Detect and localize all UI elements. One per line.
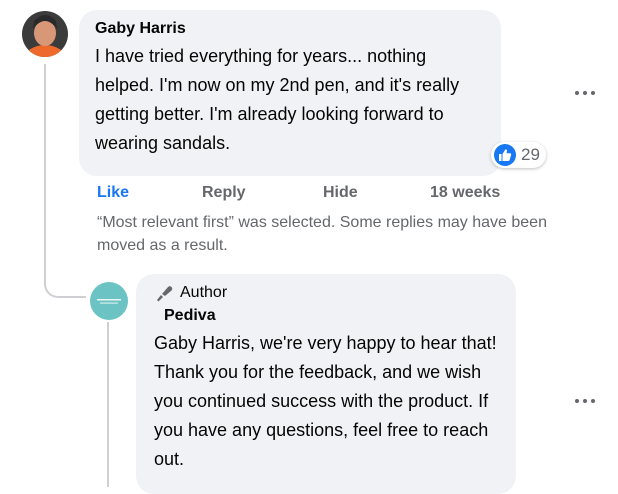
author-badge-icon [154, 284, 174, 302]
like-icon [494, 144, 516, 166]
reply-bubble: Author Pediva Gaby Harris, we're very ha… [136, 274, 516, 494]
reply-text: Gaby Harris, we're very happy to hear th… [154, 333, 497, 469]
author-badge-label: Author [180, 284, 228, 301]
action-reply[interactable]: Reply [202, 184, 246, 202]
more-options-icon[interactable] [574, 396, 596, 406]
action-hide[interactable]: Hide [323, 184, 358, 202]
thread-line-main [44, 64, 46, 286]
reply-avatar[interactable] [90, 282, 128, 320]
more-options-icon[interactable] [574, 88, 596, 98]
commenter-avatar[interactable] [22, 11, 68, 57]
author-badge: Author [154, 284, 498, 302]
comment-author[interactable]: Gaby Harris [95, 20, 485, 38]
comment-timestamp[interactable]: 18 weeks [430, 184, 500, 202]
reaction-summary[interactable]: 29 [491, 142, 546, 168]
sort-notice: “Most relevant first” was selected. Some… [97, 214, 547, 254]
thread-line-curve [44, 278, 86, 298]
reply-author[interactable]: Pediva [164, 307, 498, 325]
comment-bubble: Gaby Harris I have tried everything for … [79, 10, 501, 176]
comment-text: I have tried everything for years... not… [95, 46, 460, 153]
thread-line-reply [107, 322, 109, 487]
reaction-count: 29 [521, 145, 540, 164]
action-like[interactable]: Like [97, 184, 129, 202]
